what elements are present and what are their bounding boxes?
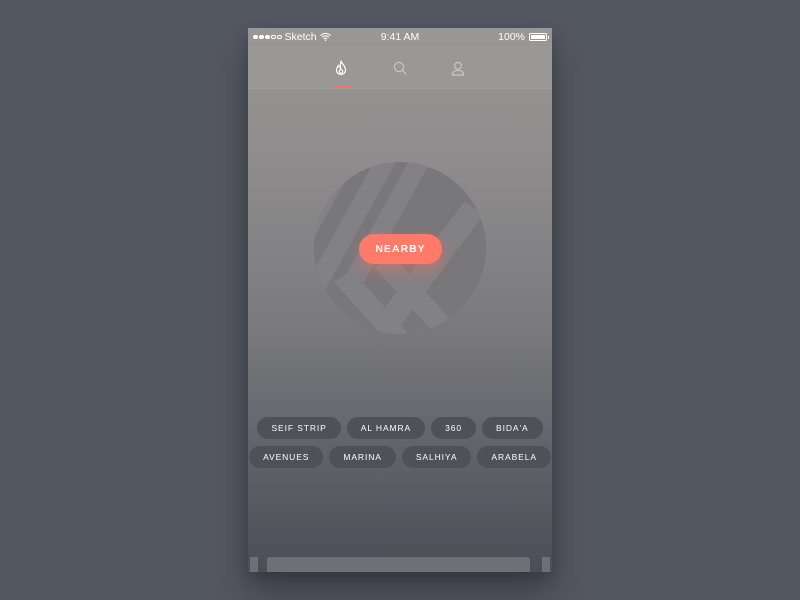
chip-arabela[interactable]: ARABELA [477,446,551,468]
battery-icon [529,33,549,41]
location-chips: SEIF STRIP AL HAMRA 360 BIDA'A AVENUES M… [248,417,552,475]
chip-salhiya[interactable]: SALHIYA [401,446,472,468]
next-card-peek[interactable] [542,557,550,572]
tab-trending[interactable] [331,58,351,78]
battery-percent: 100% [498,31,525,43]
chip-marina[interactable]: MARINA [329,446,396,468]
tab-profile[interactable] [448,58,468,78]
chip-row-2: AVENUES MARINA SALHIYA ARABELA [248,446,552,468]
chip-360[interactable]: 360 [431,417,476,439]
user-icon [451,61,465,76]
chip-row-1: SEIF STRIP AL HAMRA 360 BIDA'A [248,417,552,439]
chip-avenues[interactable]: AVENUES [249,446,324,468]
tab-search[interactable] [390,58,410,78]
tab-bar [248,46,552,89]
results-card[interactable] [267,557,530,572]
flame-icon [335,60,347,76]
search-icon [393,61,407,75]
chip-al-hamra[interactable]: AL HAMRA [346,417,426,439]
nearby-button[interactable]: NEARBY [359,234,442,264]
prev-card-peek[interactable] [250,557,258,572]
chip-bidaa[interactable]: BIDA'A [482,417,543,439]
status-right: 100% [498,31,549,43]
chip-seif-strip[interactable]: SEIF STRIP [257,417,341,439]
status-bar: Sketch 9:41 AM 100% [248,28,552,46]
active-tab-indicator [332,86,350,88]
phone-screen: Sketch 9:41 AM 100% NEARBY SEIF STRIP AL… [248,28,552,572]
